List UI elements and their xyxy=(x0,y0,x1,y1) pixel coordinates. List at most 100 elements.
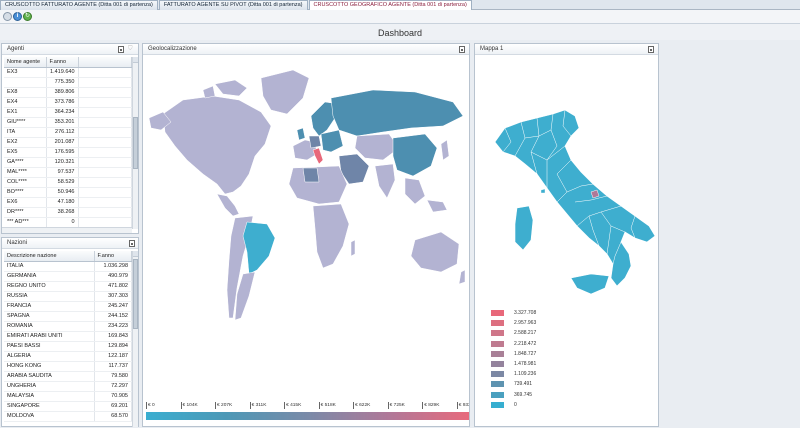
value-scale-ticks: € 0 € 104K € 207K € 311K € 415K € 518K € 622K €… xyxy=(146,402,469,412)
refresh-icon[interactable]: ↻ xyxy=(23,12,32,21)
table-cell-value: 353.201 xyxy=(46,117,79,128)
map-region-japan[interactable] xyxy=(440,139,450,161)
table-row[interactable]: ARABIA SAUDITA 79.580 xyxy=(4,371,132,382)
map-region-australia[interactable] xyxy=(410,231,460,273)
scroll-up-icon[interactable] xyxy=(133,251,138,257)
pdf-export-icon[interactable] xyxy=(459,46,465,53)
table-row[interactable]: EX5 176.595 xyxy=(4,147,132,158)
table-row[interactable]: EX1 364.234 xyxy=(4,107,132,118)
table-cell-value: 1.419.640 xyxy=(46,67,79,78)
agenti-horizontal-scrollbar[interactable] xyxy=(2,227,132,233)
table-cell-value: 389.806 xyxy=(46,87,79,98)
italy-map[interactable]: 3.327.708 2.957.963 2.588.217 2.218.472 1.84… xyxy=(475,56,658,426)
scale-tick-label: € 518K xyxy=(318,402,336,409)
table-row[interactable]: EX8 389.806 xyxy=(4,87,132,98)
pdf-export-icon[interactable] xyxy=(648,46,654,53)
table-row[interactable]: COL**** 58.529 xyxy=(4,177,132,188)
map-region-north-america[interactable] xyxy=(162,95,272,195)
table-row[interactable]: 775.350 xyxy=(4,77,132,88)
table-row[interactable]: ROMANIA 234.223 xyxy=(4,321,132,332)
column-header-nome-agente[interactable]: Nome agente xyxy=(4,57,47,68)
map-region-madagascar[interactable] xyxy=(350,239,356,257)
map-region-new-zealand[interactable] xyxy=(458,269,466,285)
map-region-island[interactable] xyxy=(540,188,546,194)
table-row[interactable]: RUSSIA 307.303 xyxy=(4,291,132,302)
scroll-thumb[interactable] xyxy=(133,259,138,329)
legend-swatch xyxy=(491,371,504,378)
column-header-f-anno[interactable]: F.anno xyxy=(94,251,132,262)
map-region-italy[interactable] xyxy=(312,147,324,165)
map-region-italia[interactable] xyxy=(494,109,656,287)
tab-cruscotto-geografico-agente[interactable]: CRUSCOTTO GEOGRAFICO AGENTE (Ditta 001 d… xyxy=(308,0,472,10)
map-region-canada-islands[interactable] xyxy=(202,79,248,99)
table-row[interactable]: BO**** 50.946 xyxy=(4,187,132,198)
tab-bar: CRUSCOTTO FATTURATO AGENTE (Ditta 001 di… xyxy=(0,0,800,10)
map-region-russia[interactable] xyxy=(330,89,464,137)
column-header-f-anno[interactable]: F.anno xyxy=(46,57,79,68)
table-cell-empty xyxy=(78,87,132,98)
column-header-descrizione-nazione[interactable]: Descrizione nazione xyxy=(4,251,95,262)
scroll-up-icon[interactable] xyxy=(133,57,138,63)
italy-map-svg xyxy=(494,109,656,295)
table-row[interactable]: EX4 373.786 xyxy=(4,97,132,108)
table-row[interactable]: GIU**** 353.201 xyxy=(4,117,132,128)
map-region-greenland[interactable] xyxy=(260,69,310,115)
table-cell-value: 122.187 xyxy=(94,351,132,362)
map-region-india[interactable] xyxy=(374,163,396,199)
table-row[interactable]: PAESI BASSI 129.894 xyxy=(4,341,132,352)
table-row[interactable]: SINGAPORE 69.201 xyxy=(4,401,132,412)
map-region-china[interactable] xyxy=(392,133,438,177)
table-row[interactable]: REGNO UNITO 471.802 xyxy=(4,281,132,292)
table-cell-empty xyxy=(78,137,132,148)
table-cell-value: 234.223 xyxy=(94,321,132,332)
info-icon[interactable]: i xyxy=(13,12,22,21)
map-region-sicilia[interactable] xyxy=(570,273,610,295)
table-cell-value: 364.234 xyxy=(46,107,79,118)
table-row[interactable]: FRANCIA 245.247 xyxy=(4,301,132,312)
table-row[interactable]: ALGERIA 122.187 xyxy=(4,351,132,362)
back-icon[interactable] xyxy=(3,12,12,21)
tab-cruscotto-fatturato-agente[interactable]: CRUSCOTTO FATTURATO AGENTE (Ditta 001 di… xyxy=(0,0,158,10)
table-row[interactable]: *** AD*** 0 xyxy=(4,217,132,228)
table-row[interactable]: ITALIA 1.036.298 xyxy=(4,261,132,272)
world-map[interactable]: € 0 € 104K € 207K € 311K € 415K € 518K € 622K €… xyxy=(143,56,469,426)
legend-label: 1.109.236 xyxy=(514,371,537,378)
tab-fatturato-agente-pivot[interactable]: FATTURATO AGENTE SU PIVOT (Ditta 001 di … xyxy=(158,0,308,10)
map-region-southeast-asia[interactable] xyxy=(404,177,448,213)
table-row[interactable]: EMIRATI ARABI UNITI 169.843 xyxy=(4,331,132,342)
map-region-central-america[interactable] xyxy=(216,193,240,217)
pdf-export-icon[interactable] xyxy=(118,46,124,53)
scroll-thumb[interactable] xyxy=(133,117,138,169)
map-region-uk[interactable] xyxy=(296,127,306,141)
legend-label: 3.327.708 xyxy=(514,310,537,316)
map-region-algeria[interactable] xyxy=(302,167,320,183)
table-row[interactable]: EX2 201.087 xyxy=(4,137,132,148)
table-row[interactable]: MOLDOVA 68.570 xyxy=(4,411,132,422)
map-region-eastern-europe[interactable] xyxy=(320,129,344,153)
table-cell-name: DR**** xyxy=(4,207,47,218)
table-row[interactable]: GA**** 120.321 xyxy=(4,157,132,168)
table-row[interactable]: GERMANIA 490.979 xyxy=(4,271,132,282)
map-region-germany[interactable] xyxy=(308,135,322,149)
map-region-central-asia[interactable] xyxy=(354,133,400,161)
table-row[interactable]: DR**** 38.268 xyxy=(4,207,132,218)
map-region-sardegna[interactable] xyxy=(514,205,534,251)
table-cell-empty xyxy=(78,157,132,168)
nazioni-vertical-scrollbar[interactable] xyxy=(132,251,138,427)
table-row[interactable]: ITA 276.112 xyxy=(4,127,132,138)
table-cell-name: EX3 xyxy=(4,67,47,78)
map-region-brazil[interactable] xyxy=(242,221,276,275)
table-row[interactable]: EX6 47.180 xyxy=(4,197,132,208)
pdf-export-icon[interactable] xyxy=(129,240,135,247)
table-row[interactable]: SPAGNA 244.152 xyxy=(4,311,132,322)
table-row[interactable]: EX3 1.419.640 xyxy=(4,67,132,78)
agenti-vertical-scrollbar[interactable] xyxy=(132,57,138,229)
map-region-central-africa[interactable] xyxy=(312,203,350,269)
table-cell-name: GERMANIA xyxy=(4,271,95,282)
table-row[interactable]: UNGHERIA 72.297 xyxy=(4,381,132,392)
filter-icon[interactable]: ⛉ xyxy=(128,46,134,53)
table-row[interactable]: MALAYSIA 70.905 xyxy=(4,391,132,402)
map-region-north-africa[interactable] xyxy=(288,165,348,205)
table-row[interactable]: HONG KONG 117.737 xyxy=(4,361,132,372)
table-row[interactable]: MAL**** 97.537 xyxy=(4,167,132,178)
